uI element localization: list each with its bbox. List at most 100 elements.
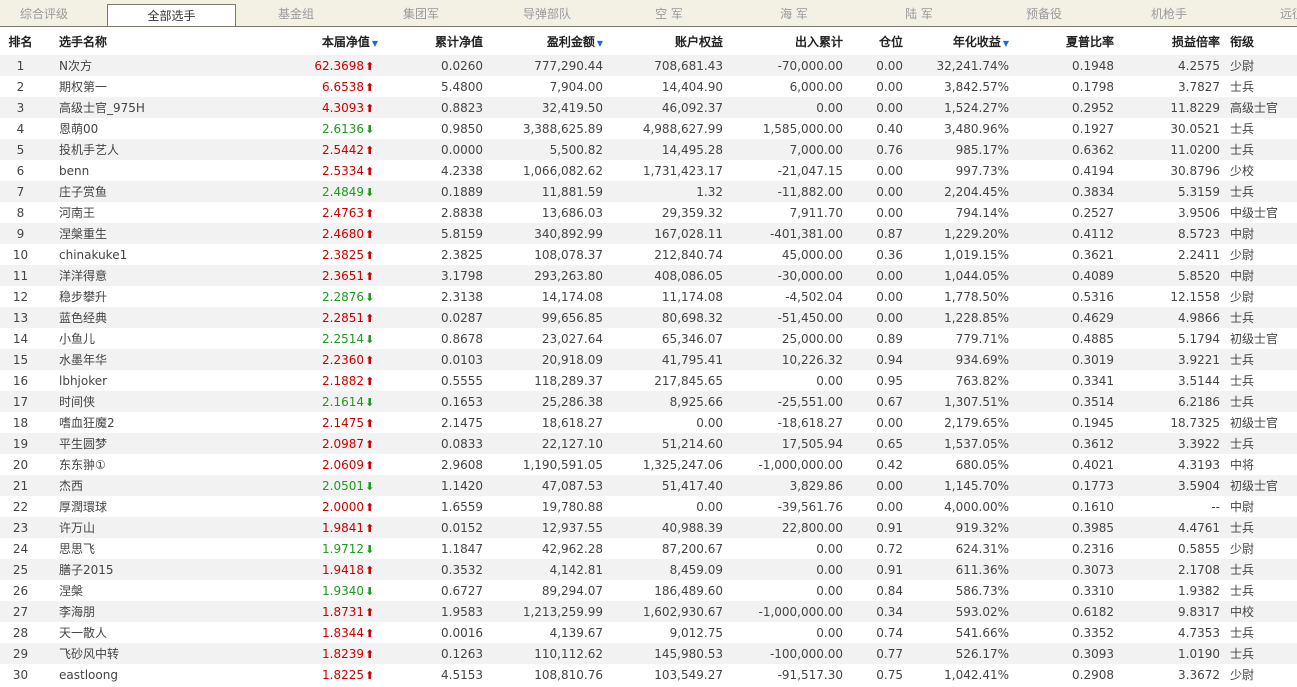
tab-reserve[interactable]: 预备役	[1000, 0, 1088, 26]
sort-desc-icon[interactable]: ▼	[597, 39, 603, 48]
tab-air-force[interactable]: 空 军	[625, 0, 713, 26]
table-row[interactable]: 1 N次方 62.3698⬆ 0.0260 777,290.44 708,681.43 -7…	[0, 55, 1297, 76]
position-cell: 0.84	[843, 580, 903, 601]
tab-missile-force[interactable]: 导弹部队	[488, 0, 606, 26]
col-header-position[interactable]: 仓位	[843, 27, 903, 55]
equity-cell: 46,092.37	[603, 97, 723, 118]
nav-value: 1.8225	[322, 667, 364, 682]
player-name-link[interactable]: 杰西	[41, 475, 247, 496]
table-row[interactable]: 16 lbhjoker 2.1882⬆ 0.5555 118,289.37 217,845…	[0, 370, 1297, 391]
pl-ratio-cell: 1.9382	[1114, 580, 1220, 601]
col-header-cum-nav[interactable]: 累计净值	[378, 27, 483, 55]
table-row[interactable]: 7 庄子赏鱼 2.4849⬇ 0.1889 11,881.59 1.32 -11,882.0…	[0, 181, 1297, 202]
player-name-link[interactable]: 许万山	[41, 517, 247, 538]
tab-navy[interactable]: 海 军	[750, 0, 838, 26]
table-row[interactable]: 29 飞砂风中转 1.8239⬆ 0.1263 110,112.62 145,980.53…	[0, 643, 1297, 664]
player-name-link[interactable]: 洋洋得意	[41, 265, 247, 286]
table-row[interactable]: 2 期权第一 6.6538⬆ 5.4800 7,904.00 14,404.90 6,000…	[0, 76, 1297, 97]
tab-rating[interactable]: 综合评级	[0, 0, 88, 26]
player-name-link[interactable]: 嗜血狂魔2	[41, 412, 247, 433]
player-name-link[interactable]: 水墨年华	[41, 349, 247, 370]
tab-all-players[interactable]: 全部选手	[107, 4, 236, 26]
col-header-current-nav[interactable]: 本届净值 ▼	[247, 27, 378, 55]
table-row[interactable]: 12 稳步攀升 2.2876⬇ 2.3138 14,174.08 11,174.08 -4,…	[0, 286, 1297, 307]
table-row[interactable]: 20 东东翀① 2.0609⬆ 2.9608 1,190,591.05 1,325,247…	[0, 454, 1297, 475]
table-row[interactable]: 23 许万山 1.9841⬆ 0.0152 12,937.55 40,988.39 22,8…	[0, 517, 1297, 538]
table-row[interactable]: 4 恩萌00 2.6136⬇ 0.9850 3,388,625.89 4,988,627.…	[0, 118, 1297, 139]
col-header-rank[interactable]: 排名	[0, 27, 41, 55]
table-row[interactable]: 5 投机手艺人 2.5442⬆ 0.0000 5,500.82 14,495.28 7,00…	[0, 139, 1297, 160]
player-name-link[interactable]: 厚潤環球	[41, 496, 247, 517]
tab-army[interactable]: 陆 军	[875, 0, 963, 26]
player-name-link[interactable]: 平生圆梦	[41, 433, 247, 454]
arrow-up-icon: ⬆	[365, 101, 375, 115]
equity-cell: 103,549.27	[603, 664, 723, 685]
sharpe-cell: 0.3985	[1009, 517, 1114, 538]
col-header-name[interactable]: 选手名称	[41, 27, 247, 55]
rank-title-cell: 中校	[1220, 601, 1297, 622]
sort-desc-icon[interactable]: ▼	[1003, 39, 1009, 48]
player-name-link[interactable]: 小鱼儿	[41, 328, 247, 349]
rank-cell: 10	[0, 244, 41, 265]
player-name-link[interactable]: chinakuke1	[41, 244, 247, 265]
table-row[interactable]: 24 思思飞 1.9712⬇ 1.1847 42,962.28 87,200.67 0.00…	[0, 538, 1297, 559]
table-row[interactable]: 8 河南王 2.4763⬆ 2.8838 13,686.03 29,359.32 7,911…	[0, 202, 1297, 223]
table-row[interactable]: 11 洋洋得意 2.3651⬆ 3.1798 293,263.80 408,086.05-…	[0, 265, 1297, 286]
arrow-up-icon: ⬆	[365, 668, 375, 682]
position-cell: 0.74	[843, 622, 903, 643]
player-name-link[interactable]: 涅槃重生	[41, 223, 247, 244]
player-name-link[interactable]: N次方	[41, 55, 247, 76]
player-name-link[interactable]: 高级士官_975H	[41, 97, 247, 118]
table-row[interactable]: 3 高级士官_975H 4.3093⬆ 0.8823 32,419.50 46,092.3…	[0, 97, 1297, 118]
table-row[interactable]: 25 膳子2015 1.9418⬆ 0.3532 4,142.81 8,459.09 0.0…	[0, 559, 1297, 580]
table-row[interactable]: 17 时间侠 2.1614⬇ 0.1653 25,286.38 8,925.66 -25,5…	[0, 391, 1297, 412]
sort-desc-icon[interactable]: ▼	[372, 39, 378, 48]
tab-fund-group[interactable]: 基金组	[252, 0, 340, 26]
table-row[interactable]: 15 水墨年华 2.2360⬆ 0.0103 20,918.09 41,795.41 10,…	[0, 349, 1297, 370]
player-name-link[interactable]: lbhjoker	[41, 370, 247, 391]
table-row[interactable]: 6 benn 2.5334⬆ 4.2338 1,066,082.62 1,731,423.…	[0, 160, 1297, 181]
table-row[interactable]: 19 平生圆梦 2.0987⬆ 0.0833 22,127.10 51,214.60 17,…	[0, 433, 1297, 454]
table-row[interactable]: 22 厚潤環球 2.0000⬆ 1.6559 19,780.88 0.00 -39,561.…	[0, 496, 1297, 517]
table-row[interactable]: 10 chinakuke1 2.3825⬆ 2.3825 108,078.37 212,8…	[0, 244, 1297, 265]
table-row[interactable]: 18 嗜血狂魔2 2.1475⬆ 2.1475 18,618.27 0.00 -18,618…	[0, 412, 1297, 433]
col-header-rank-title[interactable]: 衔级	[1220, 27, 1297, 55]
table-row[interactable]: 30 eastloong 1.8225⬆ 4.5153 108,810.76 103,54…	[0, 664, 1297, 685]
player-name-link[interactable]: 蓝色经典	[41, 307, 247, 328]
player-name-link[interactable]: 恩萌00	[41, 118, 247, 139]
table-row[interactable]: 9 涅槃重生 2.4680⬆ 5.8159 340,892.99 167,028.11 -4…	[0, 223, 1297, 244]
player-name-link[interactable]: 天一散人	[41, 622, 247, 643]
col-header-equity[interactable]: 账户权益	[603, 27, 723, 55]
rank-title-cell: 士兵	[1220, 118, 1297, 139]
table-row[interactable]: 21 杰西 2.0501⬇ 1.1420 47,087.53 51,417.40 3,829…	[0, 475, 1297, 496]
player-name-link[interactable]: 投机手艺人	[41, 139, 247, 160]
player-name-link[interactable]: 河南王	[41, 202, 247, 223]
table-row[interactable]: 26 涅槃 1.9340⬇ 0.6727 89,294.07 186,489.60 0.00…	[0, 580, 1297, 601]
table-row[interactable]: 13 蓝色经典 2.2851⬆ 0.0287 99,656.85 80,698.32 -51…	[0, 307, 1297, 328]
player-name-link[interactable]: benn	[41, 160, 247, 181]
col-header-annual[interactable]: 年化收益 ▼	[903, 27, 1009, 55]
player-name-link[interactable]: 时间侠	[41, 391, 247, 412]
player-name-link[interactable]: 东东翀①	[41, 454, 247, 475]
player-name-link[interactable]: 李海朋	[41, 601, 247, 622]
table-header-row: 排名 选手名称 本届净值 ▼ 累计净值 盈利金额 ▼ 账户权益 出入累计 仓位 年化…	[0, 27, 1297, 55]
player-name-link[interactable]: eastloong	[41, 664, 247, 685]
table-row[interactable]: 28 天一散人 1.8344⬆ 0.0016 4,139.67 9,012.75 0.00 0…	[0, 622, 1297, 643]
col-header-profit[interactable]: 盈利金额 ▼	[483, 27, 603, 55]
player-name-link[interactable]: 思思飞	[41, 538, 247, 559]
player-name-link[interactable]: 涅槃	[41, 580, 247, 601]
player-name-link[interactable]: 期权第一	[41, 76, 247, 97]
col-header-flow[interactable]: 出入累计	[723, 27, 843, 55]
player-name-link[interactable]: 稳步攀升	[41, 286, 247, 307]
tab-group-army[interactable]: 集团军	[377, 0, 465, 26]
player-name-link[interactable]: 庄子赏鱼	[41, 181, 247, 202]
table-row[interactable]: 14 小鱼儿 2.2514⬇ 0.8678 23,027.64 65,346.07 25,0…	[0, 328, 1297, 349]
tab-machine-gunner[interactable]: 机枪手	[1125, 0, 1213, 26]
player-name-link[interactable]: 膳子2015	[41, 559, 247, 580]
annual-return-cell: 1,145.70%	[903, 475, 1009, 496]
player-name-link[interactable]: 飞砂风中转	[41, 643, 247, 664]
tab-expedition[interactable]: 远征	[1262, 0, 1297, 26]
col-header-plr[interactable]: 损益倍率	[1114, 27, 1220, 55]
table-row[interactable]: 27 李海朋 1.8731⬆ 1.9583 1,213,259.99 1,602,930.…	[0, 601, 1297, 622]
col-header-sharpe[interactable]: 夏普比率	[1009, 27, 1114, 55]
